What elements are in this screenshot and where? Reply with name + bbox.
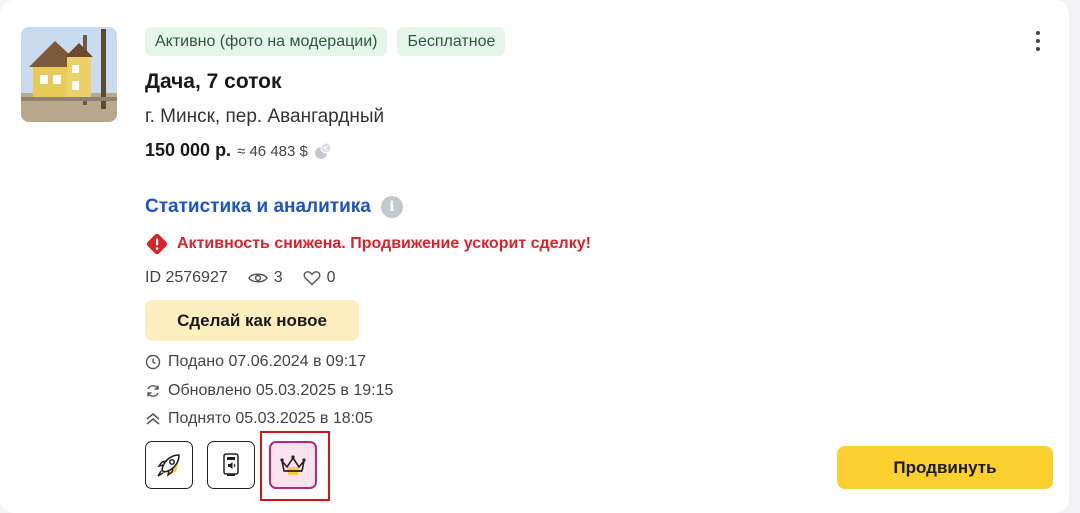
listing-id: ID 2576927: [145, 269, 228, 286]
warning-text: Активность снижена. Продвижение ускорит …: [177, 235, 591, 252]
heart-icon: [303, 271, 321, 286]
status-badge-free: Бесплатное: [397, 27, 506, 56]
listing-title[interactable]: Дача, 7 соток: [145, 70, 282, 94]
posted-date-row: Подано 07.06.2024 в 09:17: [145, 353, 366, 371]
listing-card: Активно (фото на модерации) Бесплатное Д…: [0, 0, 1069, 513]
stats-analytics-link[interactable]: Статистика и аналитика: [145, 196, 371, 218]
updated-date: Обновлено 05.03.2025 в 19:15: [168, 382, 394, 399]
eye-icon: [247, 273, 268, 283]
currency-switch-icon[interactable]: €: [314, 142, 332, 160]
listing-thumbnail[interactable]: [21, 27, 117, 122]
price-byn: 150 000 р.: [145, 140, 232, 160]
updated-date-row: Обновлено 05.03.2025 в 19:15: [145, 382, 393, 400]
price-row: 150 000 р. ≈ 46 483 $ €: [145, 140, 332, 161]
favorites-count: 0: [326, 269, 336, 286]
raised-date-row: Поднято 05.03.2025 в 18:05: [145, 410, 373, 428]
info-icon[interactable]: i: [380, 196, 403, 218]
make-like-new-button[interactable]: Сделай как новое: [145, 300, 359, 341]
price-usd: ≈ 46 483 $: [237, 143, 308, 160]
announcement-service-button[interactable]: [207, 441, 255, 489]
more-options-icon[interactable]: [1028, 28, 1048, 54]
selection-highlight: [260, 431, 330, 501]
status-badges: Активно (фото на модерации) Бесплатное: [145, 27, 506, 56]
raised-date: Поднято 05.03.2025 в 18:05: [168, 410, 373, 427]
listing-address: г. Минск, пер. Авангардный: [145, 106, 385, 127]
announcement-icon: [223, 453, 239, 476]
promote-button[interactable]: Продвинуть: [837, 446, 1053, 489]
activity-warning: Активность снижена. Продвижение ускорит …: [145, 232, 591, 256]
boost-service-button[interactable]: [145, 441, 193, 489]
posted-date: Подано 07.06.2024 в 09:17: [168, 353, 366, 370]
rocket-icon: [157, 454, 180, 477]
stats-row: Статистика и аналитика i: [145, 196, 403, 218]
listing-meta: ID 2576927 3 0: [145, 269, 336, 287]
warning-diamond-icon: [146, 233, 168, 255]
views-count: 3: [273, 269, 283, 286]
clock-icon: [145, 354, 161, 370]
status-badge-active: Активно (фото на модерации): [145, 27, 388, 56]
svg-text:€: €: [324, 145, 328, 153]
double-chevron-up-icon: [146, 413, 160, 425]
refresh-icon: [147, 385, 159, 397]
